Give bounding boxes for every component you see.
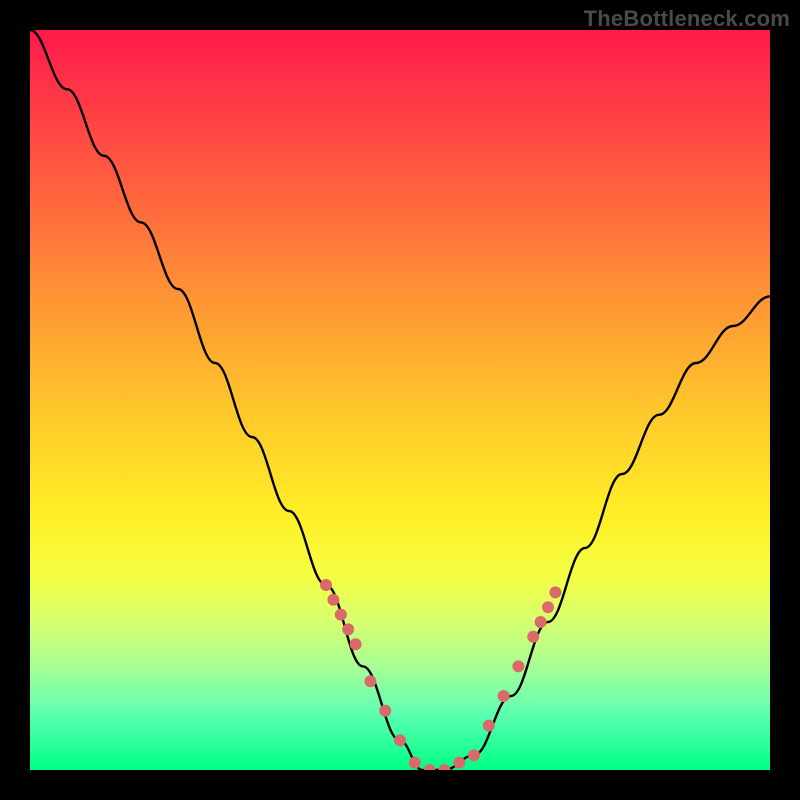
marker-dot	[379, 705, 391, 717]
marker-dot	[468, 749, 480, 761]
curve-layer	[30, 30, 770, 770]
marker-dot	[549, 586, 561, 598]
marker-dot	[327, 594, 339, 606]
marker-dot	[512, 660, 524, 672]
marker-dot	[483, 720, 495, 732]
marker-dot	[424, 764, 436, 770]
marker-dot	[350, 638, 362, 650]
bottleneck-curve-path	[30, 30, 770, 770]
marker-dot	[498, 690, 510, 702]
marker-dot	[342, 623, 354, 635]
marker-dot	[320, 579, 332, 591]
marker-dot	[453, 757, 465, 769]
curve-svg	[30, 30, 770, 770]
marker-dot	[335, 609, 347, 621]
marker-dot	[527, 631, 539, 643]
marker-dot	[409, 757, 421, 769]
chart-frame: TheBottleneck.com	[0, 0, 800, 800]
marker-dot	[394, 734, 406, 746]
marker-dot	[364, 675, 376, 687]
marker-dot	[542, 601, 554, 613]
watermark-text: TheBottleneck.com	[584, 6, 790, 32]
marker-dot	[438, 764, 450, 770]
marker-dot	[535, 616, 547, 628]
